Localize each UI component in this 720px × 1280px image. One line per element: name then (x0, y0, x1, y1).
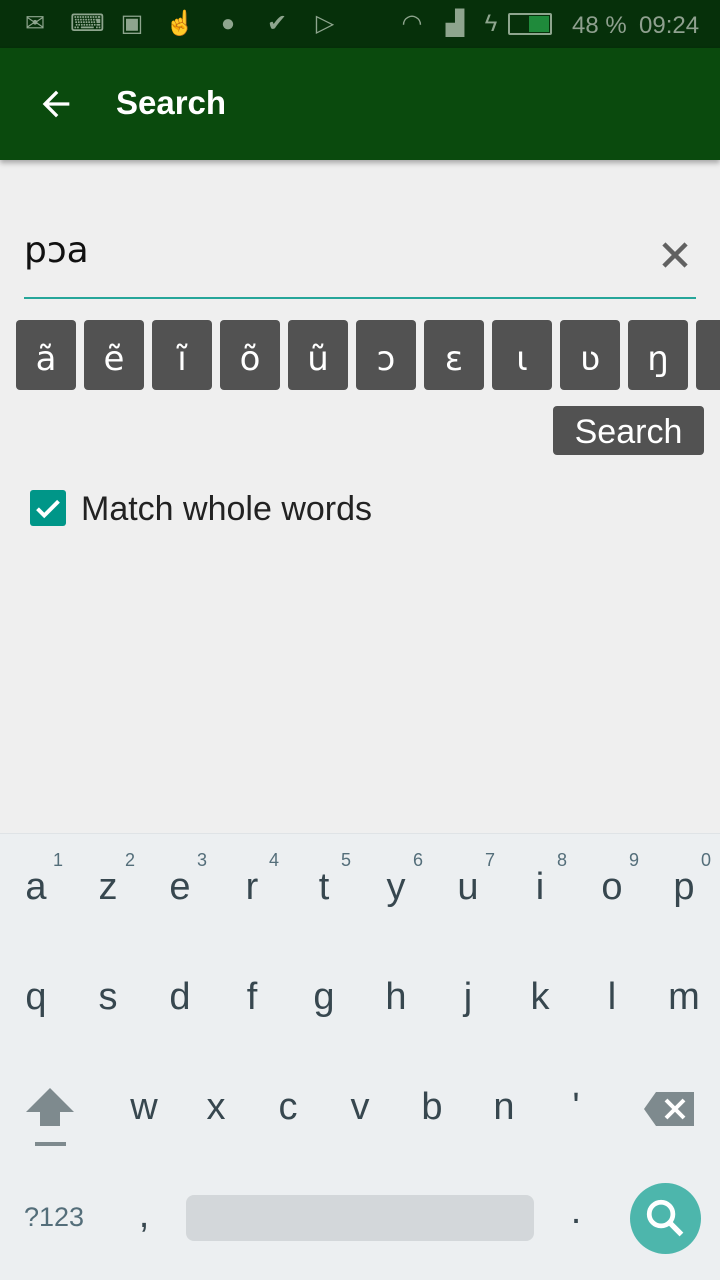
tasks-icon: ✔ (266, 10, 288, 37)
key-j[interactable]: j (432, 976, 504, 1019)
key-hint: 3 (196, 850, 208, 870)
search-icon (646, 1199, 684, 1237)
key-f[interactable]: f (216, 976, 288, 1019)
special-char-bar: ãẽĩõũɔɛɩʋŋ (16, 320, 720, 390)
space-bar[interactable] (186, 1195, 534, 1241)
play-store-icon: ▷ (315, 10, 335, 37)
key-hint: 1 (52, 850, 64, 870)
key-r[interactable]: r (216, 866, 288, 909)
key-y[interactable]: y (360, 866, 432, 909)
special-char-key[interactable]: ɛ (424, 320, 484, 390)
search-input-underline (24, 297, 696, 299)
key-u[interactable]: u (432, 866, 504, 909)
key-p[interactable]: p (648, 866, 720, 909)
charging-icon: ϟ (484, 10, 498, 37)
battery-percent: 48 % (572, 12, 627, 39)
comma-key[interactable]: , (108, 1194, 180, 1237)
symbols-key[interactable]: ?123 (18, 1202, 90, 1233)
key-hint: 4 (268, 850, 280, 870)
wifi-icon: ◠ (401, 10, 423, 37)
key-a[interactable]: a (0, 866, 72, 909)
special-char-key[interactable]: õ (220, 320, 280, 390)
shift-key[interactable] (24, 1084, 76, 1152)
key-hint: 2 (124, 850, 136, 870)
backspace-key[interactable] (644, 1092, 694, 1126)
key-hint: 0 (700, 850, 712, 870)
special-char-key[interactable]: ŋ (628, 320, 688, 390)
special-char-key[interactable] (696, 320, 720, 390)
key-hint: 5 (340, 850, 352, 870)
key-w[interactable]: w (108, 1086, 180, 1129)
special-char-key[interactable]: ɔ (356, 320, 416, 390)
gmail-icon: ✉ (24, 10, 46, 37)
clock: 09:24 (639, 12, 700, 39)
key-x[interactable]: x (180, 1086, 252, 1129)
key-n[interactable]: n (468, 1086, 540, 1129)
key-hint: 9 (628, 850, 640, 870)
status-bar: ✉ ⌨ ▣ ☝ ● ✔ ▷ ◠ ▟ ϟ 48 % 09:24 (0, 0, 720, 48)
key-apostrophe[interactable]: ' (540, 1086, 612, 1129)
key-z[interactable]: z (72, 866, 144, 909)
key-hint: 6 (412, 850, 424, 870)
period-key[interactable]: . (540, 1190, 612, 1233)
special-char-key[interactable]: ã (16, 320, 76, 390)
keyboard-icon: ⌨ (70, 10, 105, 37)
brush-icon: ● (220, 10, 236, 37)
special-char-key[interactable]: ũ (288, 320, 348, 390)
key-l[interactable]: l (576, 976, 648, 1019)
keyboard: ?123 , . a1z2e3r4t5y6u7i8o9p0 qsdfghjklm w… (0, 833, 720, 1280)
key-hint: 7 (484, 850, 496, 870)
key-q[interactable]: q (0, 976, 72, 1019)
keyboard-search-key[interactable] (630, 1183, 701, 1254)
key-v[interactable]: v (324, 1086, 396, 1129)
key-s[interactable]: s (72, 976, 144, 1019)
key-hint: 8 (556, 850, 568, 870)
key-e[interactable]: e (144, 866, 216, 909)
special-char-key[interactable]: ĩ (152, 320, 212, 390)
battery-icon (508, 13, 552, 35)
match-whole-words-checkbox[interactable] (30, 490, 66, 526)
special-char-key[interactable]: ʋ (560, 320, 620, 390)
gallery-icon: ▣ (120, 10, 144, 37)
signal-icon: ▟ (445, 10, 465, 37)
key-m[interactable]: m (648, 976, 720, 1019)
search-input[interactable]: pɔa (24, 230, 584, 290)
key-t[interactable]: t (288, 866, 360, 909)
close-icon[interactable] (656, 236, 694, 274)
app-bar: Search (0, 48, 720, 160)
key-k[interactable]: k (504, 976, 576, 1019)
special-char-key[interactable]: ɩ (492, 320, 552, 390)
special-char-key[interactable]: ẽ (84, 320, 144, 390)
key-o[interactable]: o (576, 866, 648, 909)
arrow-left-icon[interactable] (36, 84, 76, 124)
key-g[interactable]: g (288, 976, 360, 1019)
touchpal-icon: ☝ (165, 10, 195, 37)
page-title: Search (116, 84, 227, 121)
match-whole-words-label[interactable]: Match whole words (81, 490, 372, 529)
key-b[interactable]: b (396, 1086, 468, 1129)
check-icon (36, 499, 60, 519)
key-h[interactable]: h (360, 976, 432, 1019)
key-d[interactable]: d (144, 976, 216, 1019)
key-i[interactable]: i (504, 866, 576, 909)
search-button[interactable]: Search (553, 406, 704, 455)
key-c[interactable]: c (252, 1086, 324, 1129)
